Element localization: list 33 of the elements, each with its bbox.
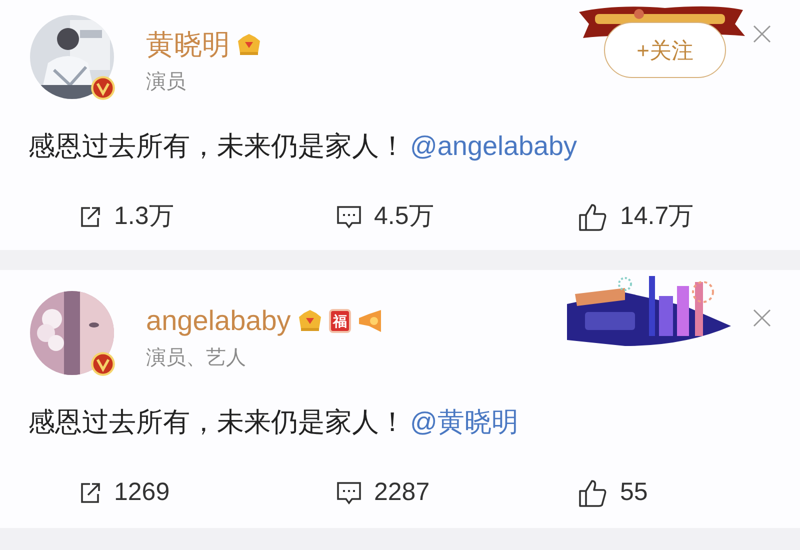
comment-icon xyxy=(336,480,362,506)
author-name[interactable]: 黄晓明 xyxy=(146,28,230,62)
crown-icon xyxy=(236,33,262,57)
action-count: 2287 xyxy=(374,477,430,508)
comment-icon xyxy=(336,204,362,230)
mention-link[interactable]: @angelababy xyxy=(410,131,578,161)
close-icon xyxy=(752,308,772,328)
share-icon xyxy=(78,481,102,505)
action-count: 14.7万 xyxy=(620,201,694,232)
comment-button[interactable] xyxy=(336,204,362,230)
action-count: 4.5万 xyxy=(374,201,434,232)
author-title: 演员 xyxy=(146,70,187,94)
crown-icon xyxy=(296,309,323,333)
author-title: 演员、艺人 xyxy=(146,346,247,370)
repost-button[interactable] xyxy=(78,205,102,229)
action-count: 55 xyxy=(620,477,648,508)
thumbs-up-icon xyxy=(578,478,608,508)
action-count: 1269 xyxy=(114,477,170,508)
post-text: 感恩过去所有，未来仍是家人！@黄晓明 xyxy=(28,406,520,439)
like-button[interactable] xyxy=(578,202,608,232)
share-icon xyxy=(78,205,102,229)
thumbs-up-icon xyxy=(578,202,608,232)
like-button[interactable] xyxy=(578,478,608,508)
close-icon xyxy=(752,24,772,44)
action-count: 1.3万 xyxy=(114,201,174,232)
megaphone-icon xyxy=(356,310,383,332)
mention-link[interactable]: @黄晓明 xyxy=(410,407,518,437)
repost-button[interactable] xyxy=(78,481,102,505)
comment-button[interactable] xyxy=(336,480,362,506)
author-name[interactable]: angelababy xyxy=(146,304,291,338)
post-text: 感恩过去所有，未来仍是家人！@angelababy xyxy=(28,130,578,163)
follow-button[interactable]: +关注 xyxy=(604,22,726,78)
fu-badge: 福 xyxy=(328,309,351,333)
